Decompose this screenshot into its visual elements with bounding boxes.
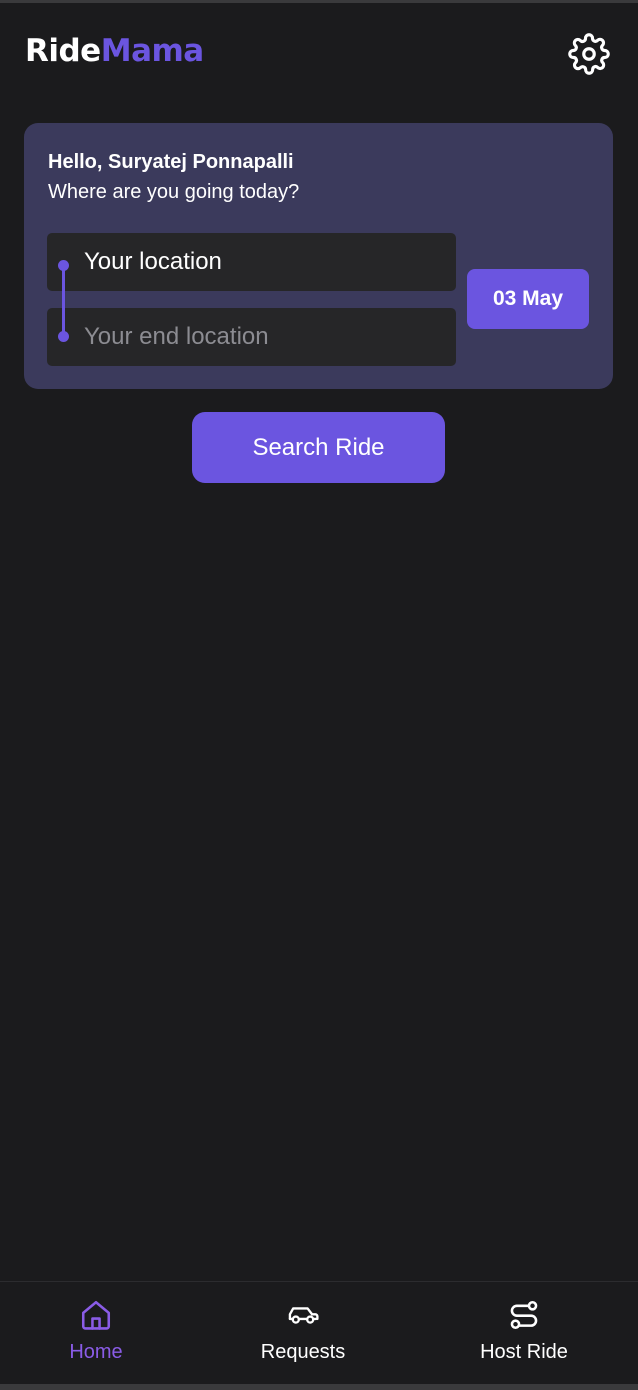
nav-item-requests[interactable]: Requests [252,1282,354,1385]
car-icon [286,1298,320,1332]
nav-label-requests: Requests [260,1341,346,1363]
search-ride-button[interactable]: Search Ride [192,412,445,483]
app-header: RideMama [0,3,638,103]
start-location-input[interactable] [47,233,456,291]
route-connector-line [62,265,65,337]
settings-button[interactable] [566,31,612,77]
search-card: Hello, Suryatej Ponnapalli Where are you… [24,123,613,389]
greeting-text: Hello, Suryatej Ponnapalli [48,151,294,173]
route-icon [507,1298,541,1332]
nav-label-home: Home [69,1341,123,1363]
start-point-dot [58,260,69,271]
gear-icon [568,33,610,75]
bottom-navigation: Home Requests Host Ride [0,1281,638,1384]
home-icon [79,1298,113,1332]
end-location-input[interactable] [47,308,456,366]
date-picker-button[interactable]: 03 May [467,269,589,329]
app-logo: RideMama [25,33,204,69]
nav-item-host-ride[interactable]: Host Ride [472,1282,576,1385]
destination-question: Where are you going today? [48,181,300,203]
logo-mama: Mama [100,33,205,69]
nav-item-home[interactable]: Home [56,1282,136,1385]
end-point-dot [58,331,69,342]
app-screen: RideMama Hello, Suryatej Ponnapalli Wher… [0,3,638,1384]
nav-label-host-ride: Host Ride [480,1341,568,1363]
logo-ride: Ride [25,33,101,69]
